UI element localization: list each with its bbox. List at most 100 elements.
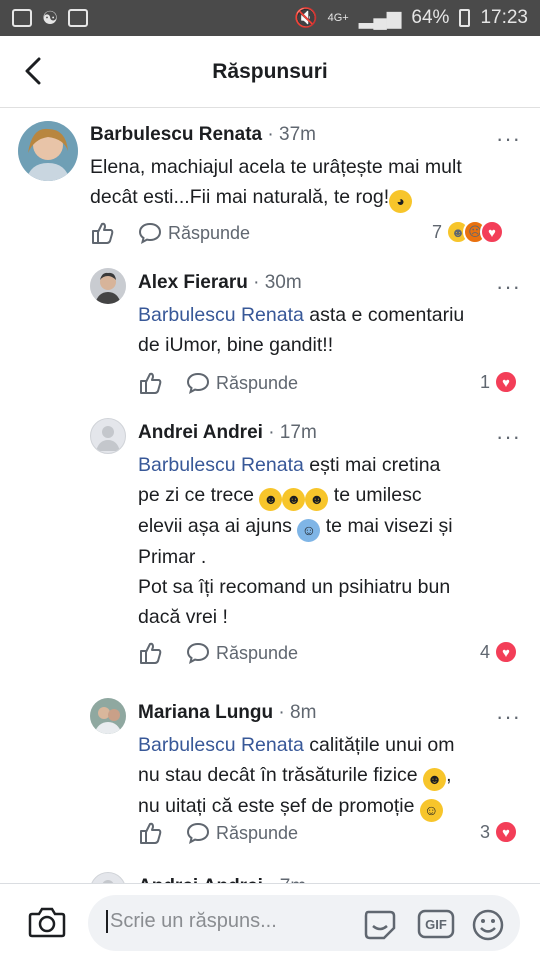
- comment-header: Mariana Lungu · 8m: [138, 702, 316, 724]
- love-icon: ♥: [494, 820, 519, 844]
- comment-text: Barbulescu Renata asta e comentariu de i…: [138, 300, 464, 360]
- like-icon[interactable]: [90, 220, 116, 246]
- more-options-button[interactable]: ···: [496, 128, 521, 150]
- more-options-button[interactable]: ···: [496, 426, 521, 448]
- screaming-emoji-icon: ☺: [297, 519, 321, 542]
- text-line: Barbulescu Renata ești mai cretina: [138, 454, 441, 476]
- avatar[interactable]: [18, 121, 78, 181]
- mention-link[interactable]: Barbulescu Renata: [138, 734, 304, 756]
- text-line: Primar .: [138, 546, 207, 568]
- like-icon[interactable]: [138, 820, 164, 846]
- comment-feed[interactable]: Barbulescu Renata · 37m ··· Elena, machi…: [0, 108, 540, 883]
- default-avatar-icon: [96, 426, 120, 451]
- love-icon: ♥: [494, 640, 519, 664]
- crying-laughing-emoji-icon: ☻: [305, 488, 329, 511]
- signal-icon: ▂▄▆: [358, 7, 402, 29]
- timestamp[interactable]: · 7m: [268, 876, 306, 883]
- text-line: Barbulescu Renata asta e comentariu: [138, 304, 465, 326]
- avatar[interactable]: [90, 698, 126, 734]
- text-line: elevii așa ai ajuns ☺ te mai visezi și: [138, 511, 453, 542]
- reply-item: Andrei Andrei · 7m···: [0, 858, 540, 883]
- emoji-icon[interactable]: [471, 908, 505, 942]
- text-line: decât esti...Fii mai naturală, te rog! ◕: [90, 182, 462, 213]
- timestamp[interactable]: · 30m: [253, 272, 302, 293]
- crying-laughing-emoji-icon: ☻: [282, 488, 306, 511]
- reaction-count: 7: [432, 221, 443, 242]
- hand-over-mouth-emoji-icon: ☺: [419, 799, 443, 822]
- reply-item: Andrei Andrei · 17m ··· Barbulescu Renata …: [0, 408, 540, 678]
- chevron-left-icon: [25, 57, 41, 85]
- text-line: nu stau decât în trăsăturile fizice ☻,: [138, 760, 455, 791]
- text-line: de iUmor, bine gandit!!: [138, 334, 334, 356]
- timestamp[interactable]: · 37m: [267, 124, 316, 145]
- comment-actions: Răspunde: [138, 370, 298, 396]
- text-line: pe zi ce trece ☻ ☻ ☻ te umilesc: [138, 480, 453, 511]
- author-name[interactable]: Barbulescu Renata: [90, 124, 262, 145]
- sticker-icon[interactable]: [362, 908, 398, 940]
- comment-actions: Răspunde: [138, 640, 298, 666]
- comment-header: Andrei Andrei · 7m: [138, 876, 306, 883]
- reply-composer: Scrie un răspuns... GIF: [0, 883, 540, 960]
- checklist-icon: [68, 9, 89, 27]
- reply-button[interactable]: Răspunde: [186, 821, 298, 845]
- reaction-summary[interactable]: 1 ♥: [480, 370, 519, 394]
- status-bar: ☯ 🔇 4G+ ▂▄▆ 64% 17:23: [0, 0, 540, 36]
- timestamp[interactable]: · 17m: [268, 422, 317, 443]
- reply-label: Răspunde: [216, 642, 299, 663]
- reply-input-placeholder: Scrie un răspuns...: [106, 910, 277, 933]
- like-icon[interactable]: [138, 640, 164, 666]
- author-name[interactable]: Alex Fieraru: [138, 272, 248, 293]
- avatar-photo: [18, 121, 78, 181]
- reply-label: Răspunde: [216, 372, 299, 393]
- like-icon[interactable]: [138, 370, 164, 396]
- clock: 17:23: [480, 7, 528, 28]
- snapchat-icon: ☯: [42, 7, 59, 28]
- text-line: Pot sa îți recomand un psihiatru bun: [138, 576, 451, 598]
- more-options-button[interactable]: ···: [496, 276, 521, 298]
- back-button[interactable]: [18, 56, 48, 86]
- comment-header: Andrei Andrei · 17m: [138, 422, 317, 444]
- svg-text:GIF: GIF: [425, 917, 447, 932]
- avatar[interactable]: [90, 268, 126, 304]
- comment-item: Barbulescu Renata · 37m ··· Elena, machi…: [0, 108, 540, 258]
- reaction-count: 4: [480, 641, 491, 662]
- mention-link[interactable]: Barbulescu Renata: [138, 304, 304, 326]
- author-name[interactable]: Andrei Andrei: [138, 422, 263, 443]
- avatar-photo: [90, 698, 126, 734]
- speech-bubble-icon: [186, 642, 210, 664]
- reaction-summary[interactable]: 7 ☻ ☹ ♥: [432, 220, 505, 244]
- mention-link[interactable]: Barbulescu Renata: [138, 454, 304, 476]
- text-line: nu uitați că este șef de promoție ☺: [138, 791, 455, 822]
- wink-emoji-icon: ☻: [423, 768, 447, 791]
- reaction-summary[interactable]: 3 ♥: [480, 820, 519, 844]
- speech-bubble-icon: [186, 372, 210, 394]
- comment-header: Alex Fieraru · 30m: [138, 272, 302, 294]
- reply-button[interactable]: Răspunde: [186, 641, 298, 665]
- author-name[interactable]: Mariana Lungu: [138, 702, 273, 723]
- avatar-photo: [90, 268, 126, 304]
- avatar[interactable]: [90, 418, 126, 454]
- battery-icon: [459, 9, 471, 27]
- comment-actions: Răspunde: [90, 220, 250, 246]
- mute-icon: 🔇: [293, 8, 318, 29]
- love-icon: ♥: [480, 220, 505, 244]
- crying-laughing-emoji-icon: ☻: [259, 488, 283, 511]
- gif-icon[interactable]: GIF: [417, 908, 455, 940]
- comment-header: Barbulescu Renata · 37m: [90, 124, 316, 146]
- page-title: Răspunsuri: [212, 59, 328, 83]
- comment-actions: Răspunde: [138, 820, 298, 846]
- reply-button[interactable]: Răspunde: [186, 371, 298, 395]
- comment-text: Barbulescu Renata calitățile unui om nu s…: [138, 730, 455, 822]
- timestamp[interactable]: · 8m: [278, 702, 316, 723]
- avatar[interactable]: [90, 872, 126, 883]
- reply-button[interactable]: Răspunde: [138, 221, 250, 245]
- love-icon: ♥: [494, 370, 519, 394]
- camera-icon[interactable]: [28, 906, 66, 938]
- author-name[interactable]: Andrei Andrei: [138, 876, 263, 883]
- battery-level: 64%: [411, 7, 450, 28]
- default-avatar-icon: [102, 880, 114, 883]
- more-options-button[interactable]: ···: [496, 706, 521, 728]
- reply-label: Răspunde: [168, 222, 251, 243]
- reaction-summary[interactable]: 4 ♥: [480, 640, 519, 664]
- network-type: 4G+: [327, 12, 349, 24]
